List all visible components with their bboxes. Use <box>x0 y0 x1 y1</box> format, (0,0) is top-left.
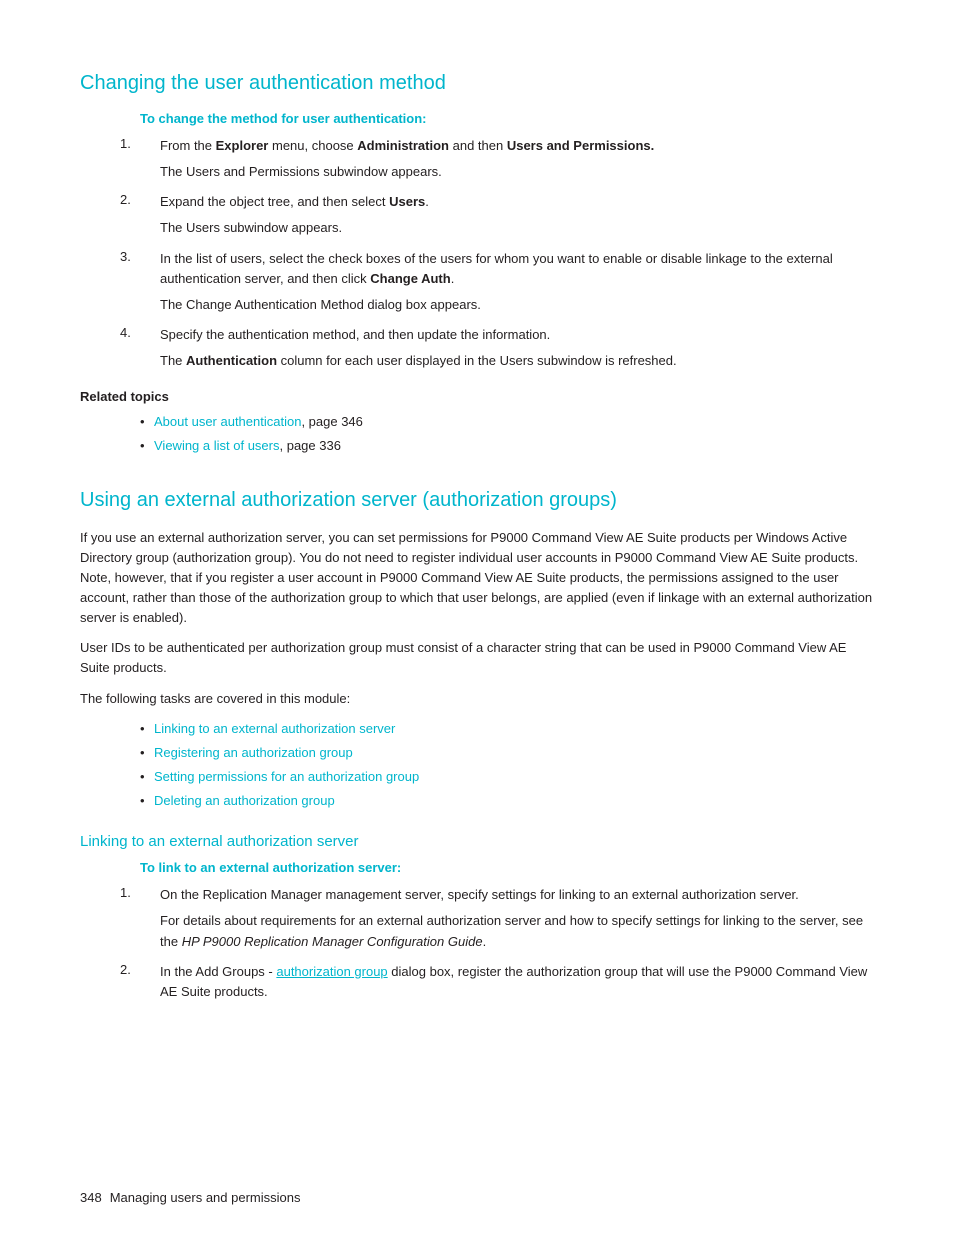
step-4: 4. Specify the authentication method, an… <box>140 325 874 371</box>
related-topic-2-link[interactable]: Viewing a list of users <box>154 438 280 453</box>
related-topic-1: About user authentication, page 346 <box>140 412 874 432</box>
step-1-sub: The Users and Permissions subwindow appe… <box>160 162 874 182</box>
sub-step-1-num: 1. <box>120 885 131 900</box>
section2-body3: The following tasks are covered in this … <box>80 689 874 709</box>
steps-list-2: 1. On the Replication Manager management… <box>140 885 874 1002</box>
task-4-link[interactable]: Deleting an authorization group <box>154 793 335 808</box>
related-topics-list: About user authentication, page 346 View… <box>140 412 874 456</box>
step-2-num: 2. <box>120 192 131 207</box>
task-4: Deleting an authorization group <box>140 791 874 811</box>
sub-step-1: 1. On the Replication Manager management… <box>140 885 874 951</box>
step-2-bold-users: Users <box>389 194 425 209</box>
procedure-label-1: To change the method for user authentica… <box>80 111 874 126</box>
sub-step-2-link: authorization group <box>276 964 387 979</box>
related-topic-1-link[interactable]: About user authentication <box>154 414 301 429</box>
section2-body2: User IDs to be authenticated per authori… <box>80 638 874 678</box>
steps-list-1: 1. From the Explorer menu, choose Admini… <box>140 136 874 371</box>
tasks-list: Linking to an external authorization ser… <box>140 719 874 812</box>
task-2: Registering an authorization group <box>140 743 874 763</box>
step-4-text: Specify the authentication method, and t… <box>160 325 874 345</box>
related-topic-2-page: , page 336 <box>280 438 341 453</box>
step-2: 2. Expand the object tree, and then sele… <box>140 192 874 238</box>
related-topic-1-page: , page 346 <box>301 414 362 429</box>
subsection-title: Linking to an external authorization ser… <box>80 833 874 850</box>
task-1-link[interactable]: Linking to an external authorization ser… <box>154 721 395 736</box>
step-1-text: From the Explorer menu, choose Administr… <box>160 136 874 156</box>
step-3-num: 3. <box>120 249 131 264</box>
step-1-num: 1. <box>120 136 131 151</box>
step-2-text: Expand the object tree, and then select … <box>160 192 874 212</box>
step-3: 3. In the list of users, select the chec… <box>140 249 874 315</box>
related-topic-2: Viewing a list of users, page 336 <box>140 436 874 456</box>
step-1: 1. From the Explorer menu, choose Admini… <box>140 136 874 182</box>
task-2-link[interactable]: Registering an authorization group <box>154 745 353 760</box>
footer-text: Managing users and permissions <box>110 1190 301 1205</box>
step-2-sub: The Users subwindow appears. <box>160 218 874 238</box>
related-topics-label: Related topics <box>80 389 874 404</box>
sub-step-1-text: On the Replication Manager management se… <box>160 885 874 905</box>
sub-step-2-num: 2. <box>120 962 131 977</box>
footer-page-num: 348 <box>80 1190 102 1205</box>
task-3: Setting permissions for an authorization… <box>140 767 874 787</box>
section1-title: Changing the user authentication method <box>80 72 874 95</box>
step-1-bold-admin: Administration <box>357 138 449 153</box>
task-1: Linking to an external authorization ser… <box>140 719 874 739</box>
step-4-bold-auth: Authentication <box>186 353 277 368</box>
step-3-bold-changeauth: Change Auth <box>370 271 450 286</box>
task-3-link[interactable]: Setting permissions for an authorization… <box>154 769 419 784</box>
sub-step-1-italic: HP P9000 Replication Manager Configurati… <box>182 934 483 949</box>
procedure-label-2: To link to an external authorization ser… <box>80 860 874 875</box>
section2-title: Using an external authorization server (… <box>80 489 874 512</box>
step-3-sub: The Change Authentication Method dialog … <box>160 295 874 315</box>
sub-step-1-sub: For details about requirements for an ex… <box>160 911 874 951</box>
step-4-sub: The Authentication column for each user … <box>160 351 874 371</box>
step-4-num: 4. <box>120 325 131 340</box>
footer: 348 Managing users and permissions <box>80 1190 300 1205</box>
sub-step-2: 2. In the Add Groups - authorization gro… <box>140 962 874 1002</box>
sub-step-2-text: In the Add Groups - authorization group … <box>160 962 874 1002</box>
step-1-bold-users-perms: Users and Permissions. <box>507 138 654 153</box>
step-3-text: In the list of users, select the check b… <box>160 249 874 289</box>
page-container: Changing the user authentication method … <box>0 0 954 1235</box>
step-1-bold-explorer: Explorer <box>216 138 269 153</box>
section2-body1: If you use an external authorization ser… <box>80 528 874 629</box>
